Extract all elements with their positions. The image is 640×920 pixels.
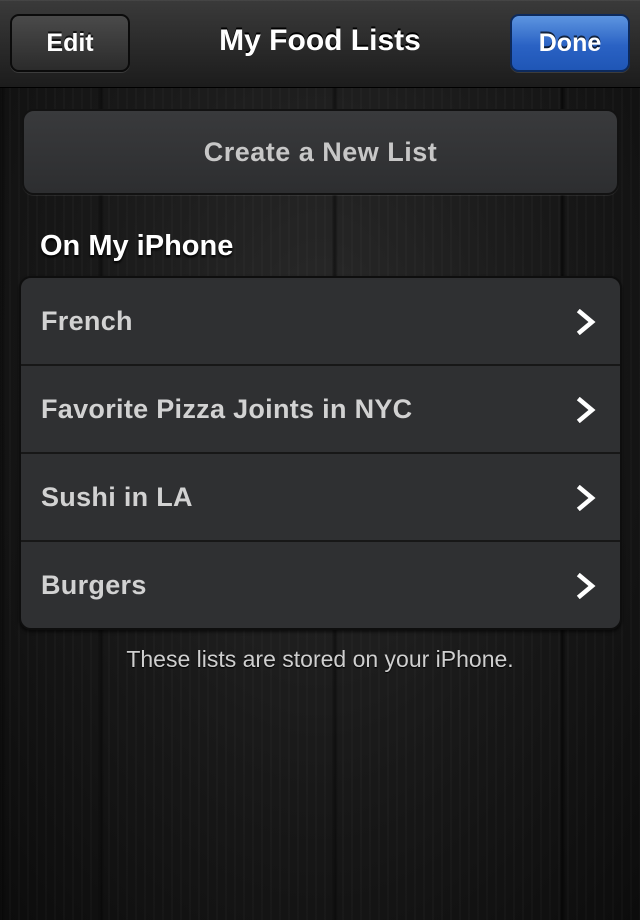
list-item-french[interactable]: French [21,278,620,366]
create-new-list-button[interactable]: Create a New List [22,109,619,195]
list-item-burgers[interactable]: Burgers [21,542,620,628]
done-button[interactable]: Done [510,14,630,72]
list-item-favorite-pizza-joints-in-nyc[interactable]: Favorite Pizza Joints in NYC [21,366,620,454]
footer-note: These lists are stored on your iPhone. [126,646,514,672]
list-item-label: Burgers [41,569,147,600]
chevron-right-icon [576,573,596,599]
list-item-label: Sushi in LA [41,481,193,512]
chevron-right-icon [576,485,596,511]
chevron-right-icon [576,309,596,335]
list-item-label: Favorite Pizza Joints in NYC [41,393,413,424]
list-item-label: French [41,305,133,336]
food-lists-group: French Favorite Pizza Joints in NYC Sush… [19,276,622,630]
chevron-right-icon [576,397,596,423]
list-item-sushi-in-la[interactable]: Sushi in LA [21,454,620,542]
navigation-bar: Edit My Food Lists Done [0,0,640,88]
section-header: On My iPhone [40,230,234,262]
